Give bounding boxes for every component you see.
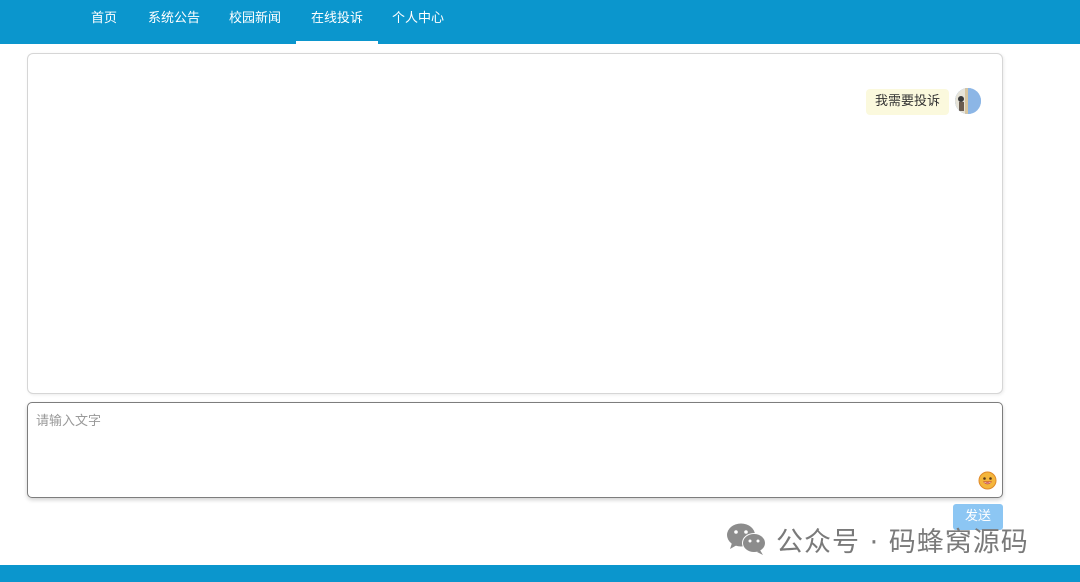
top-nav-bar: 首页 系统公告 校园新闻 在线投诉 个人中心 [0, 0, 1080, 44]
nav-item-campus-news[interactable]: 校园新闻 [222, 0, 288, 44]
footer-bar [0, 565, 1080, 582]
message-input-box [27, 402, 1003, 498]
nav-item-online-complaint[interactable]: 在线投诉 [296, 0, 378, 44]
message-input[interactable] [28, 403, 1002, 497]
watermark: 公众号 · 码蜂窝源码 [726, 521, 1029, 558]
watermark-text: 公众号 · 码蜂窝源码 [776, 526, 1029, 558]
chat-bubble-user: 我需要投诉 [866, 89, 950, 115]
nav-item-personal-center[interactable]: 个人中心 [386, 0, 450, 44]
avatar-image [955, 88, 981, 114]
chat-message-area[interactable]: 我需要投诉 [27, 53, 1003, 394]
user-avatar [955, 88, 981, 114]
smile-emoji-icon[interactable] [978, 471, 997, 490]
nav-item-announcements[interactable]: 系统公告 [142, 0, 206, 44]
nav-item-home[interactable]: 首页 [80, 0, 128, 44]
wechat-icon [727, 523, 766, 555]
